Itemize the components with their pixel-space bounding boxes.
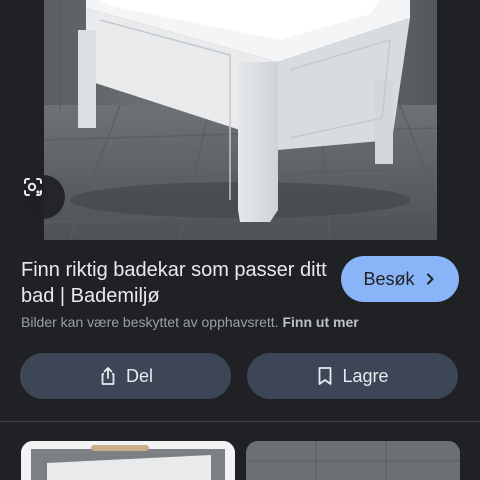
bookmark-icon — [319, 367, 332, 385]
related-image-thumbnail[interactable] — [21, 441, 235, 480]
hero-image[interactable] — [0, 0, 480, 240]
copyright-text: Bilder kan være beskyttet av opphavsrett… — [21, 314, 279, 330]
save-button[interactable]: Lagre — [247, 353, 458, 399]
share-button-label: Del — [125, 365, 153, 386]
copyright-notice: Bilder kan være beskyttet av opphavsrett… — [21, 314, 461, 330]
related-tile-photo — [246, 441, 460, 480]
bathtub-photo — [0, 0, 480, 240]
share-icon — [101, 367, 115, 385]
lens-icon — [24, 178, 42, 196]
result-title[interactable]: Finn riktig badekar som passer ditt bad … — [21, 257, 331, 309]
related-image-thumbnail[interactable] — [246, 441, 460, 480]
visit-button-label: Besøk — [363, 268, 415, 289]
chevron-right-icon — [426, 273, 433, 285]
section-divider — [0, 421, 480, 422]
lens-search-button[interactable] — [21, 175, 65, 219]
related-bathtub-photo — [21, 441, 235, 480]
visit-button[interactable]: Besøk — [341, 256, 459, 302]
share-button[interactable]: Del — [20, 353, 231, 399]
save-button-label: Lagre — [342, 365, 389, 386]
learn-more-link[interactable]: Finn ut mer — [282, 314, 358, 330]
